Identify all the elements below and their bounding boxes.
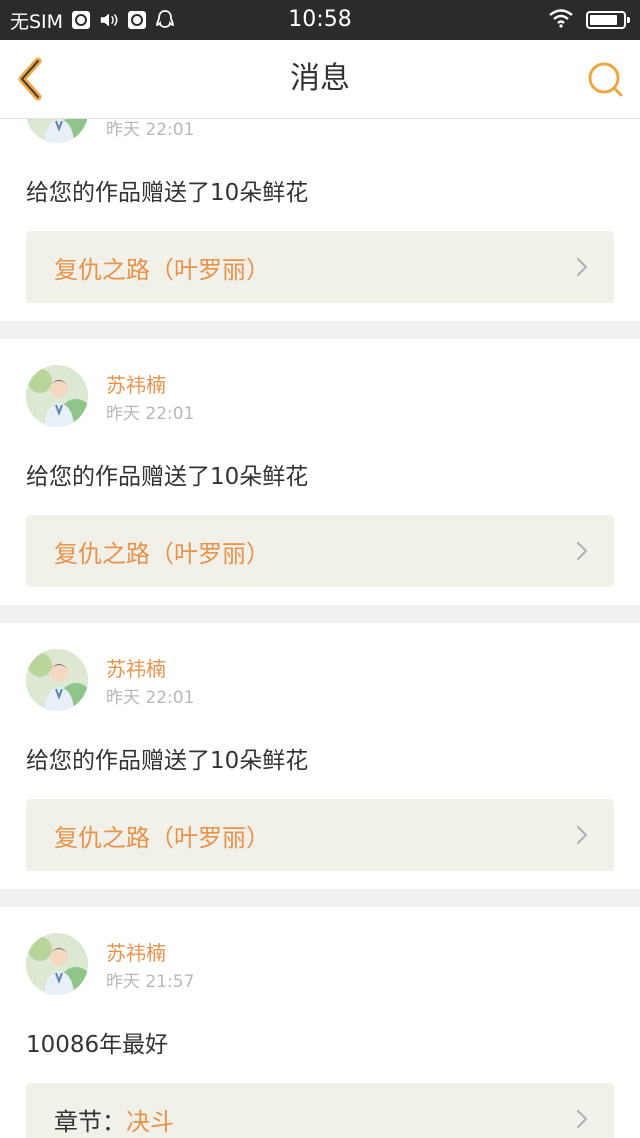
work-link[interactable]: 章节： 决斗 <box>26 1083 614 1138</box>
message-header: 苏祎楠 昨天 21:57 <box>26 907 614 1023</box>
message-text: 给您的作品赠送了10朵鲜花 <box>26 748 309 774</box>
message-header: 苏祎楠 昨天 22:01 <box>26 339 614 455</box>
work-link[interactable]: 复仇之路（叶罗丽） <box>26 231 614 303</box>
avatar[interactable] <box>26 119 88 143</box>
chevron-right-icon <box>577 1110 587 1128</box>
message-card: 昨天 22:01 给您的作品赠送了10朵鲜花 复仇之路（叶罗丽） <box>0 119 640 321</box>
message-header: 昨天 22:01 <box>26 119 614 171</box>
work-title: 复仇之路（叶罗丽） <box>54 823 270 852</box>
work-link[interactable]: 复仇之路（叶罗丽） <box>26 515 614 587</box>
message-card: 苏祎楠 昨天 21:57 10086年最好 章节： 决斗 <box>0 907 640 1138</box>
sender-name[interactable]: 苏祎楠 <box>106 653 166 682</box>
message-time: 昨天 21:57 <box>106 972 195 992</box>
message-time: 昨天 22:01 <box>106 404 195 424</box>
battery-icon <box>586 11 630 29</box>
work-title: 决斗 <box>126 1107 174 1136</box>
chevron-right-icon <box>577 542 587 560</box>
message-time: 昨天 22:01 <box>106 120 195 140</box>
message-card: 苏祎楠 昨天 22:01 给您的作品赠送了10朵鲜花 复仇之路（叶罗丽） <box>0 339 640 605</box>
avatar[interactable] <box>26 933 88 995</box>
nav-bar: 消息 <box>0 40 640 119</box>
work-title: 复仇之路（叶罗丽） <box>54 539 270 568</box>
battery-level <box>590 15 617 25</box>
sender-name[interactable]: 苏祎楠 <box>106 369 166 398</box>
message-list[interactable]: 昨天 22:01 给您的作品赠送了10朵鲜花 复仇之路（叶罗丽） 苏祎楠 昨天 … <box>0 119 640 1138</box>
chevron-right-icon <box>577 826 587 844</box>
search-button[interactable] <box>586 60 626 100</box>
message-time: 昨天 22:01 <box>106 688 195 708</box>
wifi-icon <box>548 8 574 32</box>
work-label: 章节： <box>54 1107 126 1136</box>
message-text: 10086年最好 <box>26 1032 169 1058</box>
avatar[interactable] <box>26 365 88 427</box>
work-title: 复仇之路（叶罗丽） <box>54 255 270 284</box>
message-header: 苏祎楠 昨天 22:01 <box>26 623 614 739</box>
message-card: 苏祎楠 昨天 22:01 给您的作品赠送了10朵鲜花 复仇之路（叶罗丽） <box>0 623 640 889</box>
status-right <box>548 0 630 40</box>
message-text: 给您的作品赠送了10朵鲜花 <box>26 464 309 490</box>
status-bar: 无SIM 10:58 <box>0 0 640 40</box>
status-time: 10:58 <box>288 7 352 32</box>
chevron-right-icon <box>577 258 587 276</box>
page-title: 消息 <box>290 61 350 96</box>
avatar[interactable] <box>26 649 88 711</box>
search-icon <box>588 62 623 97</box>
work-link[interactable]: 复仇之路（叶罗丽） <box>26 799 614 871</box>
sender-name[interactable]: 苏祎楠 <box>106 937 166 966</box>
message-text: 给您的作品赠送了10朵鲜花 <box>26 180 309 206</box>
